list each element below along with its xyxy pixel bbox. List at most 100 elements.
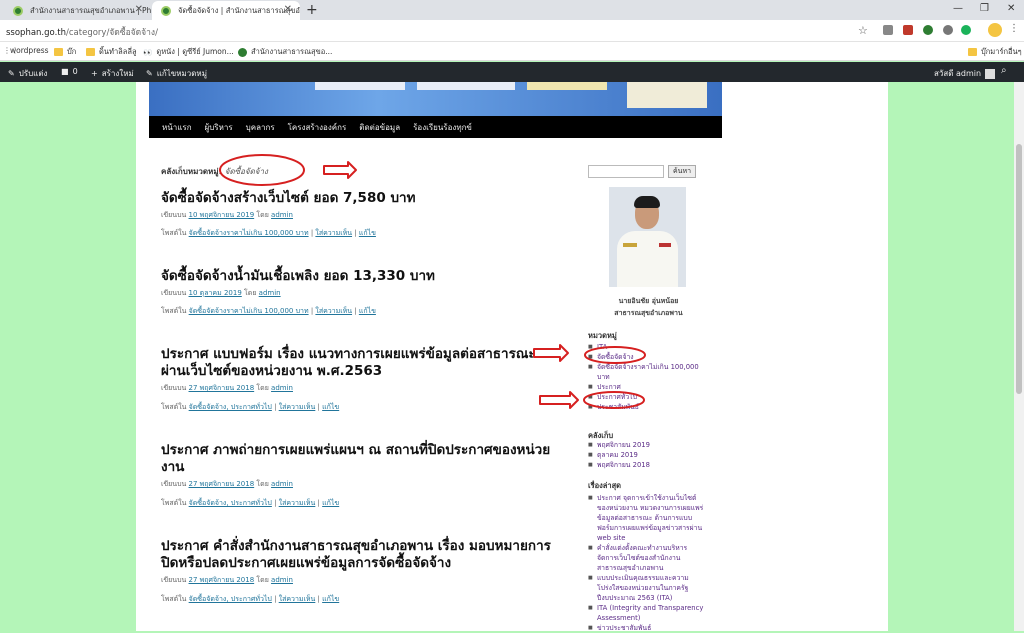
bookmark-item[interactable]: ดิ้นทำลิลลี่ลู [86, 46, 137, 58]
account-menu[interactable]: สวัสดี admin [934, 67, 996, 80]
extension-icon[interactable] [961, 25, 971, 35]
browser-tab-2[interactable]: จัดซื้อจัดจ้าง | สำนักงานสาธารณสุขอำ ✕ [152, 1, 300, 20]
new-tab-icon[interactable]: + [306, 2, 318, 18]
comments-link[interactable]: ■ 0 [61, 67, 78, 76]
folder-icon [54, 48, 63, 56]
nav-item[interactable]: ร้องเรียนร้องทุกข์ [413, 121, 472, 134]
category-item[interactable]: ประชาสัมพันธ์ [588, 402, 708, 412]
post-title[interactable]: ประกาศ แบบฟอร์ม เรื่อง แนวทางการเผยแพร่ข… [161, 346, 551, 380]
post-meta: เขียนบน 10 พฤศจิกายน 2019 โดย admin [161, 211, 293, 219]
folder-icon [968, 48, 977, 56]
star-icon[interactable]: ☆ [858, 24, 868, 37]
recent-posts-list: ประกาศ จุดการเข้าใช้งานเว็บไซต์ของหน่วยง… [588, 493, 706, 633]
archive-item[interactable]: ตุลาคม 2019 [588, 450, 708, 460]
director-photo [609, 187, 686, 287]
post-entry: จัดซื้อจัดจ้างสร้างเว็บไซต์ ยอด 7,580 บา… [161, 190, 561, 237]
nav-item[interactable]: บุคลากร [246, 121, 275, 134]
extension-icon[interactable] [943, 25, 953, 35]
scrollbar[interactable] [1014, 82, 1024, 631]
bookmark-item[interactable]: wordpress [10, 46, 49, 55]
wp-admin-bar: ✎ ปรับแต่ง ■ 0 + สร้างใหม่ ✎ แก้ไขหมวดหมู่ ส… [0, 62, 1024, 82]
category-item[interactable]: จัดซื้อจัดจ้างราคาไม่เกิน 100,000 บาท [588, 362, 708, 382]
comment-icon: ■ [61, 67, 69, 76]
recent-post-item[interactable]: ประกาศ จุดการเข้าใช้งานเว็บไซต์ของหน่วยง… [588, 493, 706, 543]
post-meta: เขียนบน 27 พฤศจิกายน 2018 โดย admin [161, 576, 293, 584]
extension-icon[interactable] [883, 25, 893, 35]
search-input[interactable] [588, 165, 664, 178]
main-nav: หน้าแรก ผู้บริหาร บุคลากร โครงสร้างองค์ก… [149, 116, 722, 138]
avatar[interactable] [988, 23, 1002, 37]
new-content-link[interactable]: + สร้างใหม่ [91, 67, 134, 80]
recent-post-item[interactable]: ข่าวประชาสัมพันธ์ [588, 623, 706, 633]
nav-item[interactable]: ติดต่อข้อมูล [359, 121, 400, 134]
bookmark-item[interactable]: สำนักงานสาธารณสุขอ... [238, 46, 332, 58]
post-title[interactable]: จัดซื้อจัดจ้างน้ำมันเชื้อเพลิง ยอด 13,33… [161, 268, 561, 285]
bookmarks-bar: ⋮⋮ wordpress บ๊ก ดิ้นทำลิลลี่ลู 👀 ดูหนัง … [0, 42, 1024, 61]
archive-item[interactable]: พฤศจิกายน 2018 [588, 460, 708, 470]
director-title: สาธารณสุขอำเภอพาน [614, 309, 683, 317]
close-tab-icon[interactable]: ✕ [284, 4, 292, 15]
restore-icon[interactable]: ❐ [980, 3, 989, 14]
post-footer: โพสต์ใน จัดซื้อจัดจ้างราคาไม่เกิน 100,00… [161, 229, 376, 237]
edit-category-link[interactable]: ✎ แก้ไขหมวดหมู่ [146, 67, 207, 80]
address-bar[interactable]: ssophan.go.th/category/จัดซื้อจัดจ้าง/ ☆… [0, 20, 1024, 42]
other-bookmarks[interactable]: บุ๊กมาร์กอื่นๆ [968, 46, 1022, 58]
site-banner [149, 82, 722, 116]
extension-icon[interactable] [923, 25, 933, 35]
customize-link[interactable]: ✎ ปรับแต่ง [8, 67, 47, 80]
archive-item[interactable]: พฤศจิกายน 2019 [588, 440, 708, 450]
tab-title: สำนักงานสาธารณสุขอำเภอพาน | Pha [30, 5, 151, 15]
minimize-icon[interactable]: — [953, 3, 963, 14]
avatar [985, 68, 996, 79]
category-item[interactable]: ประกาศ [588, 382, 708, 392]
plus-icon: + [91, 69, 98, 78]
site-favicon-icon [238, 47, 247, 57]
bookmark-icon: 👀 [143, 47, 153, 57]
pencil-icon: ✎ [146, 69, 153, 78]
nav-item[interactable]: ผู้บริหาร [205, 121, 233, 134]
nav-item[interactable]: โครงสร้างองค์กร [288, 121, 347, 134]
post-entry: ประกาศ คำสั่งสำนักงานสาธารณสุขอำเภอพาน เ… [161, 538, 551, 603]
tab-title: จัดซื้อจัดจ้าง | สำนักงานสาธารณสุขอำ [178, 5, 300, 15]
categories-title: หมวดหมู่ [588, 331, 617, 340]
extension-icon[interactable] [903, 25, 913, 35]
post-footer: โพสต์ใน จัดซื้อจัดจ้าง, ประกาศทั่วไป | ใ… [161, 499, 340, 507]
close-tab-icon[interactable]: ✕ [135, 4, 143, 15]
post-title[interactable]: ประกาศ ภาพถ่ายการเผยแพร่แผนฯ ณ สถานที่ปิ… [161, 442, 551, 476]
category-item[interactable]: ประกาศทั่วไป [588, 392, 708, 402]
folder-icon [86, 48, 95, 56]
recent-posts-title: เรื่องล่าสุด [588, 481, 622, 490]
post-entry: ประกาศ แบบฟอร์ม เรื่อง แนวทางการเผยแพร่ข… [161, 346, 551, 411]
bookmark-item[interactable]: บ๊ก [54, 46, 76, 58]
director-name: นายอินชัย อุ่นหน้อย [618, 297, 679, 305]
post-footer: โพสต์ใน จัดซื้อจัดจ้าง, ประกาศทั่วไป | ใ… [161, 595, 340, 603]
search-button[interactable]: ค้นหา [668, 165, 696, 178]
archive-title: คลังเก็บหมวดหมู่: จัดซื้อจัดจ้าง [161, 167, 268, 176]
nav-item[interactable]: หน้าแรก [162, 121, 192, 134]
post-footer: โพสต์ใน จัดซื้อจัดจ้างราคาไม่เกิน 100,00… [161, 307, 376, 315]
post-entry: ประกาศ ภาพถ่ายการเผยแพร่แผนฯ ณ สถานที่ปิ… [161, 442, 551, 507]
site-favicon-icon [161, 6, 171, 16]
browser-tab-1[interactable]: สำนักงานสาธารณสุขอำเภอพาน | Pha ✕ [4, 1, 151, 20]
post-meta: เขียนบน 27 พฤศจิกายน 2018 โดย admin [161, 480, 293, 488]
post-title[interactable]: จัดซื้อจัดจ้างสร้างเว็บไซต์ ยอด 7,580 บา… [161, 190, 561, 207]
url-field[interactable]: ssophan.go.th/category/จัดซื้อจัดจ้าง/ [6, 25, 158, 39]
recent-post-item[interactable]: แบบประเมินคุณธรรมและความโปร่งใสของหน่วยง… [588, 573, 706, 603]
site-favicon-icon [13, 6, 23, 16]
post-footer: โพสต์ใน จัดซื้อจัดจ้าง, ประกาศทั่วไป | ใ… [161, 403, 340, 411]
category-item[interactable]: จัดซื้อจัดจ้าง [588, 352, 708, 362]
recent-post-item[interactable]: ITA (Integrity and Transparency Assessme… [588, 603, 706, 623]
post-meta: เขียนบน 10 ตุลาคม 2019 โดย admin [161, 289, 281, 297]
scrollbar-thumb[interactable] [1016, 144, 1022, 394]
close-window-icon[interactable]: ✕ [1007, 3, 1015, 14]
post-title[interactable]: ประกาศ คำสั่งสำนักงานสาธารณสุขอำเภอพาน เ… [161, 538, 551, 572]
post-meta: เขียนบน 27 พฤศจิกายน 2018 โดย admin [161, 384, 293, 392]
archives-list: พฤศจิกายน 2019 ตุลาคม 2019 พฤศจิกายน 201… [588, 440, 708, 470]
search-icon[interactable]: ⌕ [1001, 65, 1007, 76]
post-entry: จัดซื้อจัดจ้างน้ำมันเชื้อเพลิง ยอด 13,33… [161, 268, 561, 315]
menu-icon[interactable]: ⋮ [1009, 23, 1019, 34]
categories-list: ITA จัดซื้อจัดจ้าง จัดซื้อจัดจ้างราคาไม่… [588, 342, 708, 412]
recent-post-item[interactable]: คำสั่งแต่งตั้งคณะทำงานบริหารจัดการเว็บไซ… [588, 543, 706, 573]
bookmark-item[interactable]: 👀 ดูหนัง | ดูซีรีย์ Jumon... [143, 46, 234, 58]
category-item[interactable]: ITA [588, 342, 708, 352]
